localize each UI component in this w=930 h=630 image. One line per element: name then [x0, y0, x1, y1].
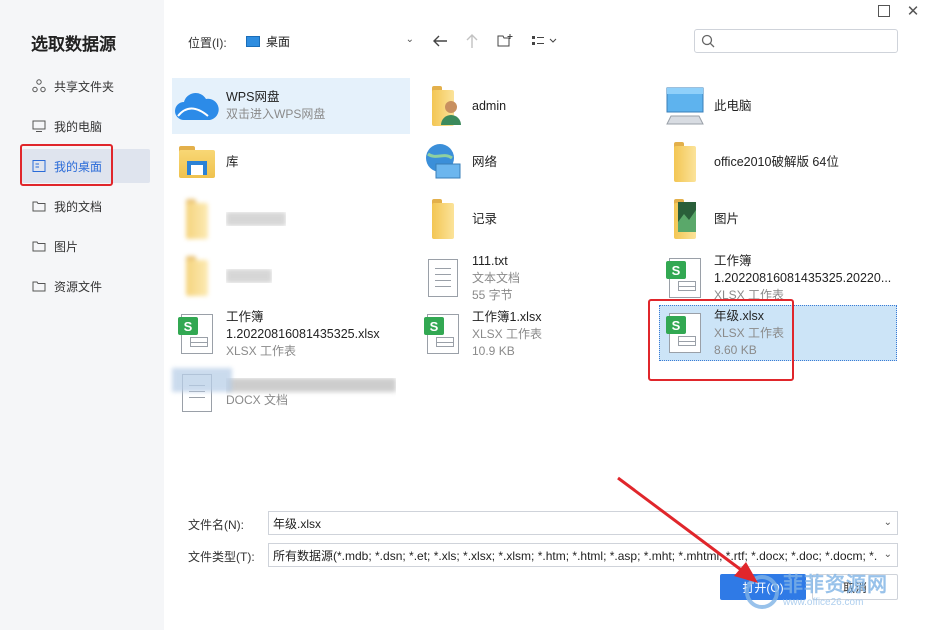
file-name: admin: [472, 98, 507, 113]
file-name: 图片: [714, 211, 740, 226]
document-folder-icon: [32, 199, 46, 213]
watermark-title: 菲菲资源网: [783, 574, 888, 596]
file-name: [226, 377, 396, 392]
back-arrow-icon[interactable]: [429, 30, 451, 52]
file-name: 库: [226, 154, 239, 169]
view-list-icon[interactable]: [529, 30, 561, 52]
up-arrow-icon[interactable]: [461, 30, 483, 52]
sidebar-item-label: 共享文件夹: [54, 79, 115, 94]
sidebar-item-label: 资源文件: [54, 279, 103, 294]
file-item-network[interactable]: 网络: [418, 134, 656, 190]
search-icon: [701, 34, 715, 48]
file-item-records[interactable]: 记录: [418, 191, 656, 247]
blurred-area: [172, 368, 232, 392]
network-icon: [418, 137, 468, 187]
file-type: XLSX 工作表: [472, 326, 543, 341]
file-item-office2010[interactable]: office2010破解版 64位: [660, 134, 898, 190]
file-item-111-txt[interactable]: 111.txt 文本文档 55 字节: [418, 250, 656, 306]
watermark: 菲菲资源网 www.office26.com: [745, 574, 888, 610]
user-folder-icon: [418, 81, 468, 131]
filename-field[interactable]: 年级.xlsx ⌄: [268, 511, 898, 535]
location-label: 位置(I):: [188, 36, 227, 50]
folder-icon: [32, 239, 46, 253]
file-item-this-pc[interactable]: 此电脑: [660, 78, 898, 134]
folder-icon: [172, 194, 222, 244]
filename-value: 年级.xlsx: [273, 516, 322, 531]
file-item-pictures[interactable]: 图片: [660, 191, 898, 247]
file-name: WPS网盘: [226, 90, 280, 104]
file-item-blurred-folder[interactable]: [172, 191, 410, 247]
location-select[interactable]: 桌面 ⌄: [240, 30, 420, 52]
filetype-label: 文件类型(T):: [188, 550, 255, 564]
file-item-workbook-long[interactable]: S 工作簿 1.20220816081435325.20220... XLSX …: [660, 250, 898, 306]
filename-label: 文件名(N):: [188, 518, 244, 532]
file-item-workbook1[interactable]: S 工作簿1.xlsx XLSX 工作表 10.9 KB: [418, 306, 656, 362]
computer-icon: [32, 119, 46, 133]
chevron-down-icon[interactable]: ⌄: [883, 549, 892, 560]
file-name: 网络: [472, 154, 498, 169]
spreadsheet-icon: S: [660, 253, 710, 303]
spreadsheet-icon: S: [418, 309, 468, 359]
file-item-wps-cloud[interactable]: WPS网盘 双击进入WPS网盘: [172, 78, 410, 134]
file-name-cont: 1.20220816081435325.20220...: [714, 270, 892, 285]
share-icon: [32, 79, 46, 93]
file-item-workbook-xlsx[interactable]: S 工作簿 1.20220816081435325.xlsx XLSX 工作表: [172, 306, 410, 362]
sidebar-item-label: 我的文档: [54, 199, 103, 214]
file-size: 10.9 KB: [472, 343, 515, 358]
search-input[interactable]: [694, 29, 898, 53]
watermark-logo-icon: [745, 575, 779, 609]
watermark-url: www.office26.com: [783, 597, 864, 608]
file-name: [226, 269, 272, 283]
spreadsheet-icon: S: [172, 309, 222, 359]
sidebar-item-pictures[interactable]: 图片: [22, 229, 150, 263]
pictures-folder-icon: [660, 194, 710, 244]
file-name: [226, 212, 286, 226]
file-type: XLSX 工作表: [226, 343, 297, 358]
cloud-icon: [172, 81, 222, 131]
dialog-title: 选取数据源: [31, 35, 116, 54]
sidebar: 选取数据源 共享文件夹 我的电脑 我的桌面 我的文档 图片 资源文件: [0, 0, 164, 630]
highlight-box-sidebar: [20, 144, 113, 186]
folder-icon: [418, 194, 468, 244]
sidebar-item-resource-files[interactable]: 资源文件: [22, 269, 150, 303]
location-value: 桌面: [266, 34, 291, 49]
file-subtitle: 双击进入WPS网盘: [226, 107, 326, 121]
file-item-admin[interactable]: admin: [418, 78, 656, 134]
highlight-box-file: [648, 299, 794, 381]
file-name-cont: 1.20220816081435325.xlsx: [226, 326, 380, 341]
computer-icon: [660, 81, 710, 131]
file-name: 记录: [472, 211, 498, 226]
file-item-blurred-folder-2[interactable]: [172, 248, 410, 304]
filetype-value: 所有数据源(*.mdb; *.dsn; *.et; *.xls; *.xlsx;…: [273, 548, 877, 563]
chevron-down-icon: ⌄: [405, 34, 414, 45]
close-icon[interactable]: ✕: [906, 3, 920, 20]
sidebar-item-label: 我的电脑: [54, 119, 103, 134]
file-name: 工作簿: [226, 309, 264, 324]
folder-icon: [172, 251, 222, 301]
sidebar-item-label: 图片: [54, 239, 79, 254]
file-name: 111.txt: [472, 253, 508, 268]
sidebar-item-my-documents[interactable]: 我的文档: [22, 189, 150, 223]
text-file-icon: [418, 253, 468, 303]
file-name: 工作簿: [714, 253, 752, 268]
chevron-down-icon[interactable]: ⌄: [884, 517, 892, 528]
folder-icon: [32, 279, 46, 293]
desktop-icon: [246, 35, 260, 47]
file-name: 工作簿1.xlsx: [472, 309, 542, 324]
file-type: DOCX 文档: [226, 392, 289, 407]
file-name: office2010破解版 64位: [714, 154, 839, 169]
filetype-select[interactable]: 所有数据源(*.mdb; *.dsn; *.et; *.xls; *.xlsx;…: [268, 543, 898, 567]
sidebar-item-shared-folder[interactable]: 共享文件夹: [22, 69, 150, 103]
file-item-library[interactable]: 库: [172, 134, 410, 190]
file-size: 55 字节: [472, 287, 513, 302]
new-folder-icon[interactable]: [494, 30, 516, 52]
folder-icon: [660, 137, 710, 187]
maximize-icon[interactable]: [877, 4, 891, 18]
sidebar-item-my-computer[interactable]: 我的电脑: [22, 109, 150, 143]
file-name: 此电脑: [714, 98, 752, 113]
file-type: 文本文档: [472, 270, 521, 285]
library-icon: [172, 137, 222, 187]
